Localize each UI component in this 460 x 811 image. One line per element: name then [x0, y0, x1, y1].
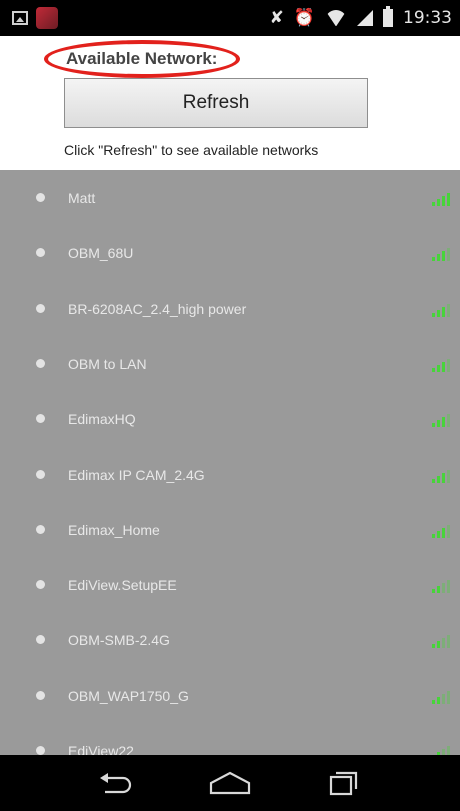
wifi-signal-icon — [432, 247, 452, 262]
image-icon — [12, 11, 28, 25]
back-button[interactable] — [66, 755, 166, 811]
signal-icon — [357, 10, 373, 26]
wifi-signal-icon — [432, 192, 452, 206]
wifi-signal-icon — [432, 413, 452, 428]
network-name: OBM to LAN — [68, 355, 147, 372]
network-name: BR-6208AC_2.4_high power — [68, 300, 247, 317]
wifi-signal-icon — [432, 634, 452, 649]
back-icon — [100, 773, 132, 794]
network-name: Matt — [68, 190, 96, 206]
network-item[interactable]: Edimax_Home — [0, 504, 460, 559]
network-item[interactable]: OBM-SMB-2.4G — [0, 614, 460, 669]
recents-button[interactable] — [294, 755, 394, 811]
network-name: Edimax_Home — [68, 521, 160, 538]
app-icon — [36, 7, 58, 29]
recents-icon — [329, 771, 358, 796]
wifi-signal-icon — [432, 469, 452, 483]
network-name: EdimaxHQ — [68, 411, 136, 428]
wifi-signal-icon — [432, 579, 452, 594]
mute-icon: ✘ — [269, 8, 284, 28]
network-name: OBM-SMB-2.4G — [68, 632, 170, 649]
network-name: OBM_WAP1750_G — [68, 687, 189, 704]
network-item[interactable]: EdimaxHQ — [0, 393, 460, 448]
network-name: EdiView.SetupEE — [68, 577, 177, 594]
network-item[interactable]: EdiView.SetupEE — [0, 559, 460, 614]
status-bar: ✘ ⏰ 19:33 — [0, 0, 460, 36]
network-radio-button[interactable] — [36, 746, 45, 755]
wifi-signal-icon — [432, 524, 452, 538]
network-item[interactable]: BR-6208AC_2.4_high power — [0, 283, 460, 338]
status-time: 19:33 — [403, 8, 452, 28]
network-list[interactable]: Matt OBM_68U BR-6208AC_2.4_high power OBM t… — [0, 170, 460, 755]
network-radio-button[interactable] — [36, 690, 45, 700]
wifi-signal-icon — [432, 690, 452, 704]
network-radio-button[interactable] — [36, 524, 45, 534]
phone-screen: ✘ ⏰ 19:33 Available Network: Refresh Cli… — [0, 0, 460, 811]
navigation-bar — [0, 755, 460, 811]
status-right: ✘ ⏰ 19:33 — [270, 6, 452, 30]
battery-icon — [383, 6, 393, 27]
network-item[interactable]: OBM to LAN — [0, 338, 460, 393]
network-radio-button[interactable] — [36, 303, 45, 313]
home-icon — [209, 771, 251, 795]
refresh-hint: Click "Refresh" to see available network… — [64, 142, 319, 158]
network-name: EdiView22 — [68, 743, 134, 755]
network-radio-button[interactable] — [36, 358, 45, 368]
network-item[interactable]: OBM_68U — [0, 227, 460, 282]
network-radio-button[interactable] — [36, 635, 45, 645]
refresh-button[interactable]: Refresh — [64, 78, 368, 128]
title-wrap: Available Network: — [44, 40, 244, 82]
network-radio-button[interactable] — [36, 248, 45, 258]
page-title: Available Network: — [66, 49, 218, 68]
header: Available Network: Refresh Click "Refres… — [0, 36, 460, 170]
wifi-signal-icon — [432, 303, 452, 317]
network-radio-button[interactable] — [36, 469, 45, 479]
network-radio-button[interactable] — [36, 414, 45, 424]
network-item[interactable]: EdiView22 — [0, 725, 460, 755]
home-button[interactable] — [180, 755, 280, 811]
network-name: OBM_68U — [68, 245, 134, 262]
network-item[interactable]: Matt — [0, 172, 460, 227]
network-item[interactable]: OBM_WAP1750_G — [0, 670, 460, 725]
wifi-signal-icon — [432, 745, 452, 755]
status-left — [12, 6, 58, 30]
wifi-icon — [325, 10, 347, 26]
network-radio-button[interactable] — [36, 580, 45, 590]
network-radio-button[interactable] — [36, 193, 45, 202]
alarm-icon: ⏰ — [293, 8, 315, 28]
wifi-signal-icon — [432, 358, 452, 372]
network-name: Edimax IP CAM_2.4G — [68, 466, 205, 483]
network-item[interactable]: Edimax IP CAM_2.4G — [0, 449, 460, 504]
